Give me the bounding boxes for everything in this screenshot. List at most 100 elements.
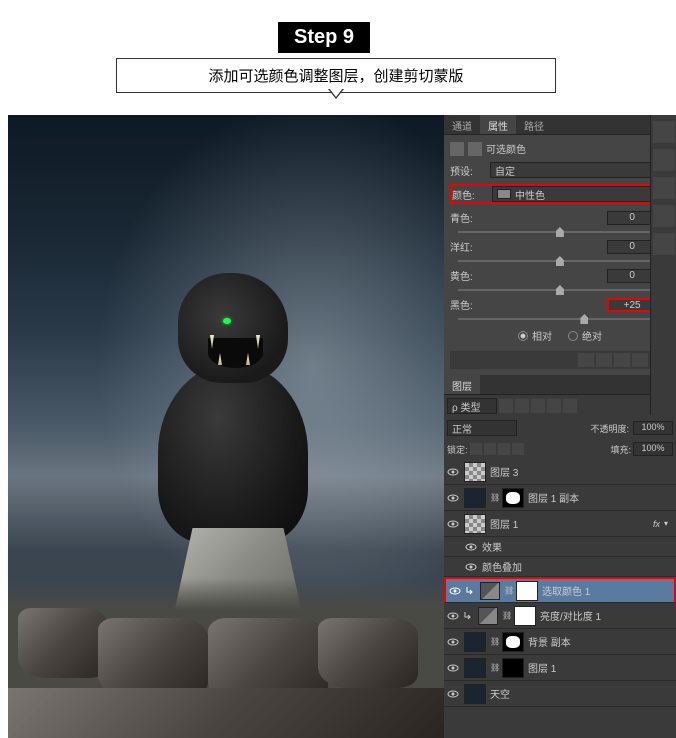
layer-name: 图层 1 (490, 516, 649, 531)
visibility-eye-icon[interactable] (446, 661, 460, 675)
adjustment-layer-icon (480, 582, 500, 600)
layer-thumb (464, 514, 486, 534)
layer-thumb (464, 488, 486, 508)
lock-pixels-icon[interactable] (484, 443, 496, 455)
fx-badge[interactable]: fx (653, 519, 660, 529)
lock-position-icon[interactable] (498, 443, 510, 455)
layer-thumb (464, 632, 486, 652)
layer-mask-thumb (502, 488, 524, 508)
magenta-slider[interactable] (458, 260, 662, 262)
visibility-eye-icon[interactable] (446, 517, 460, 531)
styles-icon[interactable] (653, 177, 675, 199)
tab-properties[interactable]: 属性 (480, 115, 516, 134)
filter-pixel-icon[interactable] (499, 399, 513, 413)
visibility-eye-icon[interactable] (464, 560, 478, 574)
visibility-eye-icon[interactable] (446, 687, 460, 701)
opacity-input[interactable]: 100% (633, 421, 673, 435)
yellow-label: 黄色: (450, 268, 486, 283)
effect-name: 颜色叠加 (482, 559, 674, 574)
canvas-statue (128, 273, 338, 543)
layer-thumb (464, 684, 486, 704)
clip-icon[interactable] (578, 353, 594, 367)
visibility-eye-icon[interactable] (446, 609, 460, 623)
tool-strip (650, 115, 676, 415)
magenta-label: 洋红: (450, 239, 486, 254)
properties-footer (450, 351, 670, 369)
color-value: 中性色 (515, 187, 545, 202)
pointer-decoration (328, 89, 344, 99)
cyan-label: 青色: (450, 210, 486, 225)
filter-type-icon[interactable] (531, 399, 545, 413)
layer-name: 亮度/对比度 1 (540, 608, 674, 623)
tab-channel[interactable]: 通道 (444, 115, 480, 134)
lock-transparent-icon[interactable] (470, 443, 482, 455)
visibility-eye-icon[interactable] (446, 491, 460, 505)
reset-icon[interactable] (614, 353, 630, 367)
layer-row[interactable]: ⛓ 图层 1 (444, 655, 676, 681)
layer-list: 图层 3 ⛓ 图层 1 副本 图层 1 fx ▾ (444, 459, 676, 738)
cyan-slider[interactable] (458, 231, 662, 233)
canvas-rocks (8, 578, 444, 738)
visibility-eye-icon[interactable] (446, 465, 460, 479)
filter-shape-icon[interactable] (547, 399, 561, 413)
opacity-label: 不透明度: (590, 422, 629, 435)
layer-name: 图层 1 副本 (528, 490, 674, 505)
tab-paths[interactable]: 路径 (516, 115, 552, 134)
layers-tabs: 图层 (444, 375, 676, 395)
layer-effect-row[interactable]: 颜色叠加 (444, 557, 676, 577)
preset-select[interactable]: 自定 (490, 162, 670, 178)
blend-mode-select[interactable]: 正常 (447, 420, 517, 436)
brush-icon[interactable] (653, 233, 675, 255)
layer-row[interactable]: ⛓ 亮度/对比度 1 (444, 603, 676, 629)
layer-row[interactable]: 图层 1 fx ▾ (444, 511, 676, 537)
color-select[interactable]: 中性色 (492, 186, 668, 202)
expand-arrow-icon[interactable]: ▾ (664, 519, 674, 528)
absolute-radio[interactable]: 绝对 (568, 328, 602, 343)
adjustment-layer-icon (478, 607, 498, 625)
layer-name: 天空 (490, 686, 674, 701)
swatches-icon[interactable] (653, 149, 675, 171)
filter-smart-icon[interactable] (563, 399, 577, 413)
link-icon: ⛓ (502, 611, 510, 620)
filter-kind-select[interactable]: ρ 类型 (447, 398, 497, 414)
color-label: 颜色: (452, 187, 488, 202)
layer-row[interactable]: 图层 3 (444, 459, 676, 485)
layer-row[interactable]: ⛓ 图层 1 副本 (444, 485, 676, 511)
layer-name: 图层 1 (528, 660, 674, 675)
yellow-slider[interactable] (458, 289, 662, 291)
color-select-highlight: 颜色: 中性色 (450, 184, 670, 204)
color-chip (497, 189, 511, 199)
layer-effect-row[interactable]: 效果 (444, 537, 676, 557)
tab-layers[interactable]: 图层 (444, 375, 480, 394)
step-badge: Step 9 (278, 22, 370, 53)
photoshop-window: 通道 属性 路径 可选颜色 预设: 自定 颜色: 中性色 (8, 115, 676, 738)
fill-input[interactable]: 100% (633, 442, 673, 456)
layer-row-selected[interactable]: ⛓ 选取颜色 1 (444, 577, 676, 603)
layer-row[interactable]: 天空 (444, 681, 676, 707)
layer-row[interactable]: ⛓ 背景 副本 (444, 629, 676, 655)
link-icon: ⛓ (504, 586, 512, 595)
link-icon: ⛓ (490, 637, 498, 646)
adjustments-icon[interactable] (653, 205, 675, 227)
filter-adjust-icon[interactable] (515, 399, 529, 413)
black-slider[interactable] (458, 318, 662, 320)
layer-thumb (464, 462, 486, 482)
adjustment-icon (450, 142, 464, 156)
layer-thumb (464, 658, 486, 678)
visibility-eye-icon[interactable] (446, 635, 460, 649)
panel-collapse-icon[interactable] (653, 121, 675, 143)
clip-arrow-icon (466, 586, 476, 596)
visibility-eye-icon[interactable] (464, 540, 478, 554)
relative-radio[interactable]: 相对 (518, 328, 552, 343)
properties-panel: 可选颜色 预设: 自定 颜色: 中性色 青色: 0 % 洋 (444, 135, 676, 375)
black-label: 黑色: (450, 297, 486, 312)
layer-mask-thumb (502, 658, 524, 678)
view-icon[interactable] (596, 353, 612, 367)
lock-all-icon[interactable] (512, 443, 524, 455)
visibility-eye-icon[interactable] (448, 584, 462, 598)
layer-mask-thumb (516, 581, 538, 601)
visibility-icon[interactable] (632, 353, 648, 367)
clip-arrow-icon (464, 611, 474, 621)
panels-column: 通道 属性 路径 可选颜色 预设: 自定 颜色: 中性色 (444, 115, 676, 738)
document-canvas[interactable] (8, 115, 444, 738)
